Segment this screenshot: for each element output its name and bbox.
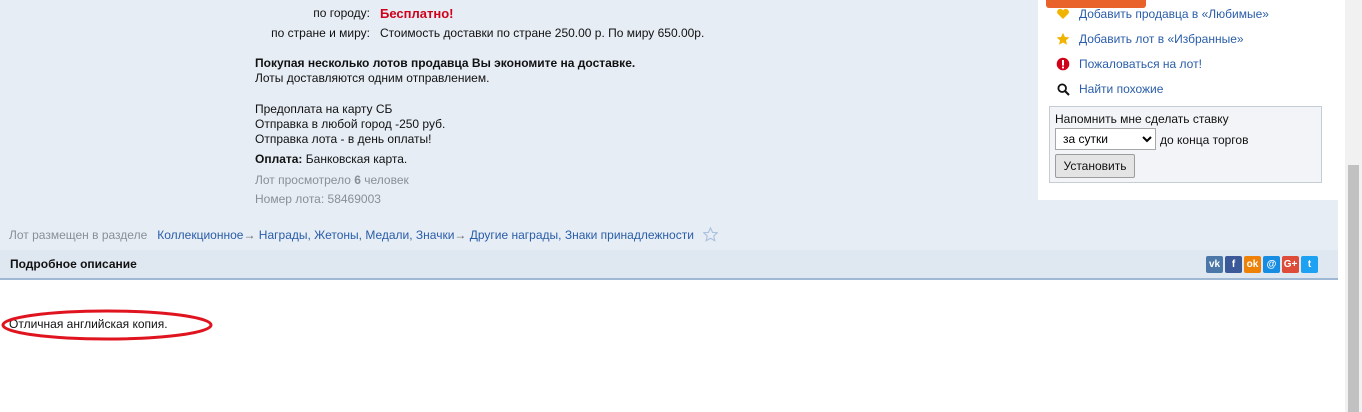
views-prefix: Лот просмотрело xyxy=(255,173,351,187)
favorite-category-star-icon[interactable] xyxy=(702,226,719,245)
moimir-glyph: @ xyxy=(1266,259,1277,270)
complain-label[interactable]: Пожаловаться на лот! xyxy=(1079,57,1202,71)
reminder-title: Напомнить мне сделать ставку xyxy=(1055,112,1229,126)
delivery-country-label: по стране и миру: xyxy=(271,26,370,40)
seller-note: Отправка в любой город -250 руб. xyxy=(255,117,446,131)
promo-headline: Покупая несколько лотов продавца Вы экон… xyxy=(255,56,636,70)
vk-icon[interactable]: vk xyxy=(1206,256,1223,273)
breadcrumb-collectibles[interactable]: Коллекционное xyxy=(157,228,243,242)
add-lot-favorite-link[interactable]: Добавить лот в «Избранные» xyxy=(1054,30,1244,48)
category-prefix: Лот размещен в разделе xyxy=(9,228,148,242)
category-breadcrumb: Лот размещен в разделе Коллекционное→ На… xyxy=(9,226,719,245)
facebook-icon[interactable]: f xyxy=(1225,256,1242,273)
heart-icon xyxy=(1054,7,1072,21)
warning-icon xyxy=(1054,57,1072,71)
search-icon xyxy=(1054,82,1072,96)
moimir-icon[interactable]: @ xyxy=(1263,256,1280,273)
reminder-suffix: до конца торгов xyxy=(1160,133,1249,147)
seller-note: Предоплата на карту СБ xyxy=(255,102,393,116)
seller-note: Отправка лота - в день оплаты! xyxy=(255,132,432,146)
vk-glyph: vk xyxy=(1208,259,1221,270)
views-count: 6 xyxy=(354,173,361,187)
bid-reminder-box: Напомнить мне сделать ставку за сутки до… xyxy=(1049,106,1322,183)
description-header-bar xyxy=(0,250,1338,280)
breadcrumb-awards[interactable]: Награды, Жетоны, Медали, Значки xyxy=(259,228,455,242)
complain-link[interactable]: Пожаловаться на лот! xyxy=(1054,55,1202,73)
delivery-country-value: Стоимость доставки по стране 250.00 р. П… xyxy=(380,26,705,40)
breadcrumb-arrow: → xyxy=(243,228,256,242)
payment-label: Оплата: xyxy=(255,152,303,166)
payment-info: Оплата: Банковская карта. xyxy=(255,152,407,166)
breadcrumb-other-awards[interactable]: Другие награды, Знаки принадлежности xyxy=(470,228,694,242)
promo-subline: Лоты доставляются одним отправлением. xyxy=(255,71,490,85)
googleplus-icon[interactable]: G+ xyxy=(1282,256,1299,273)
star-icon xyxy=(1054,32,1072,46)
views-suffix: человек xyxy=(364,173,409,187)
add-lot-favorite-label[interactable]: Добавить лот в «Избранные» xyxy=(1079,32,1244,46)
breadcrumb-arrow: → xyxy=(454,228,467,242)
views-counter: Лот просмотрело 6 человек xyxy=(255,173,409,187)
find-similar-label[interactable]: Найти похожие xyxy=(1079,82,1163,96)
twitter-icon[interactable]: t xyxy=(1301,256,1318,273)
description-header: Подробное описание xyxy=(10,257,137,271)
odnoklassniki-glyph: ok xyxy=(1246,259,1259,270)
page-scrollbar-thumb[interactable] xyxy=(1348,165,1359,412)
find-similar-link[interactable]: Найти похожие xyxy=(1054,80,1163,98)
reminder-period-select[interactable]: за сутки xyxy=(1055,128,1156,150)
add-seller-favorite-link[interactable]: Добавить продавца в «Любимые» xyxy=(1054,5,1269,23)
googleplus-glyph: G+ xyxy=(1283,259,1298,270)
lot-number: Номер лота: 58469003 xyxy=(255,192,381,206)
delivery-city-value: Бесплатно! xyxy=(380,6,454,21)
twitter-glyph: t xyxy=(1307,259,1312,270)
delivery-city-label: по городу: xyxy=(313,6,370,20)
facebook-glyph: f xyxy=(1231,259,1236,270)
add-seller-favorite-label[interactable]: Добавить продавца в «Любимые» xyxy=(1079,7,1269,21)
payment-value: Банковская карта. xyxy=(305,152,408,166)
odnoklassniki-icon[interactable]: ok xyxy=(1244,256,1261,273)
annotation-ellipse xyxy=(1,309,213,341)
set-reminder-button[interactable]: Установить xyxy=(1055,154,1135,178)
